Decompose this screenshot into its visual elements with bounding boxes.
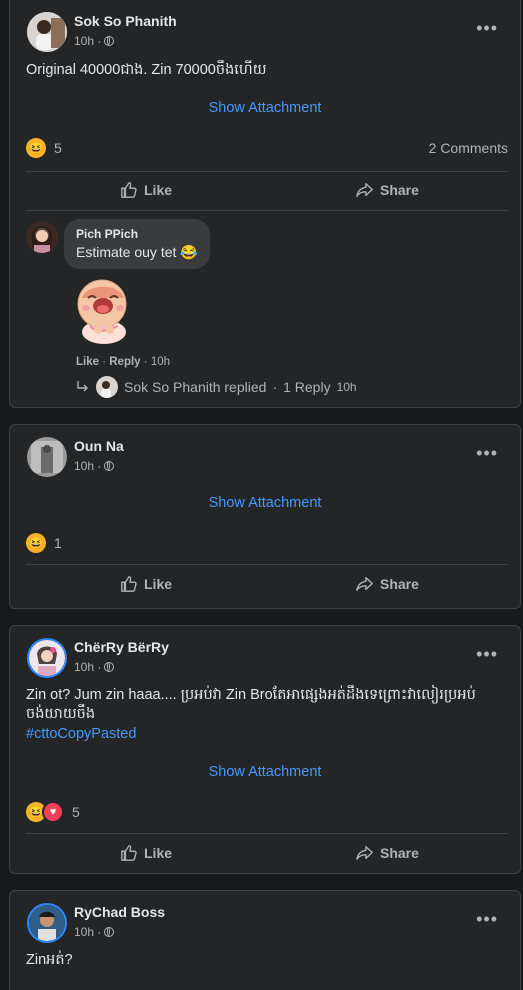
share-label: Share [380,845,419,861]
share-button[interactable]: Share [356,181,419,199]
haha-reaction-icon: 😆 [26,138,46,158]
haha-reaction-icon: 😆 [26,533,46,553]
show-attachment-link[interactable]: Show Attachment [10,764,520,780]
post-meta: 10h · [74,660,115,674]
divider [26,564,508,565]
share-label: Share [380,576,419,592]
share-label: Share [380,182,419,198]
post-author[interactable]: RyChad Boss [74,904,165,920]
comment-bubble: Pich PPich Estimate ouy tet 😂 [64,219,210,269]
comment-avatar[interactable] [26,221,58,253]
thumbs-up-icon [121,182,137,198]
share-button[interactable]: Share [356,575,419,593]
more-options-icon[interactable]: ••• [476,443,498,464]
view-replies-link[interactable]: Sok So Phanith replied · 1 Reply 10h [76,376,357,398]
more-options-icon[interactable]: ••• [476,909,498,930]
replied-by-text: Sok So Phanith replied [124,379,267,395]
like-label: Like [144,845,173,861]
like-button[interactable]: Like [120,181,172,199]
show-attachment-link[interactable]: Show Attachment [10,495,520,511]
post-meta: 10h · [74,459,115,473]
comment-text: Estimate ouy tet 😂 [76,244,198,260]
avatar[interactable] [27,12,67,52]
post-time[interactable]: 10h · [74,459,101,473]
post-author[interactable]: Oun Na [74,438,124,454]
divider [26,171,508,172]
post-author[interactable]: ChërRy BërRy [74,639,169,655]
thumbs-up-icon [121,576,137,592]
comment-author[interactable]: Pich PPich [76,227,198,241]
replier-avatar [96,376,118,398]
divider [26,210,508,211]
like-button[interactable]: Like [120,575,172,593]
post-time[interactable]: 10h · [74,925,101,939]
comment-actions: Like · Reply · 10h [76,356,170,368]
reply-arrow-icon [77,381,88,392]
post-text: Original 40000ជាង. Zin 70000ចឹងហើយ [26,62,267,78]
comments-count-link[interactable]: 2 Comments [429,140,508,156]
sticker-image [68,274,138,346]
comment-time[interactable]: 10h [151,356,170,368]
love-reaction-icon: ♥ [42,801,64,823]
post-text: Zinអត់? [26,952,73,968]
share-arrow-icon [356,846,373,860]
globe-icon [104,927,115,937]
hashtag-link[interactable]: #cttoCopyPasted [26,725,506,744]
reaction-summary[interactable]: 😆 1 [26,533,62,553]
reply-count: 1 Reply [283,379,331,395]
more-options-icon[interactable]: ••• [476,644,498,665]
comment-like-link[interactable]: Like [76,356,99,368]
post-card: ChërRy BërRy 10h · ••• Zin ot? Jum zin h… [9,625,521,874]
like-button[interactable]: Like [120,844,172,862]
post-card: Oun Na 10h · ••• Show Attachment 😆 1 Lik… [9,424,521,609]
post-author[interactable]: Sok So Phanith [74,13,177,29]
post-meta: 10h · [74,34,115,48]
post-meta: 10h · [74,925,115,939]
globe-icon [104,662,115,672]
avatar[interactable] [27,437,67,477]
reply-time: 10h [336,380,357,394]
share-arrow-icon [356,183,373,197]
comment-reply-link[interactable]: Reply [109,356,140,368]
post-text: Zin ot? Jum zin haaa.... ប្រអប់វា Zin Br… [26,687,476,722]
post-time[interactable]: 10h · [74,660,101,674]
reaction-count: 1 [54,535,62,551]
reaction-summary[interactable]: 😆 ♥ 5 [26,801,80,823]
post-card: RyChad Boss 10h · ••• Zinអត់? [9,890,521,990]
like-label: Like [144,576,173,592]
reaction-count: 5 [72,804,80,820]
globe-icon [104,36,115,46]
post-time[interactable]: 10h · [74,34,101,48]
like-label: Like [144,182,173,198]
post-card: Sok So Phanith 10h · ••• Original 40000ជ… [9,0,521,408]
avatar[interactable] [27,638,67,678]
share-arrow-icon [356,577,373,591]
reaction-count: 5 [54,140,62,156]
more-options-icon[interactable]: ••• [476,18,498,39]
show-attachment-link[interactable]: Show Attachment [10,100,520,116]
reaction-summary[interactable]: 😆 5 [26,138,62,158]
avatar[interactable] [27,903,67,943]
divider [26,833,508,834]
share-button[interactable]: Share [356,844,419,862]
thumbs-up-icon [121,845,137,861]
globe-icon [104,461,115,471]
